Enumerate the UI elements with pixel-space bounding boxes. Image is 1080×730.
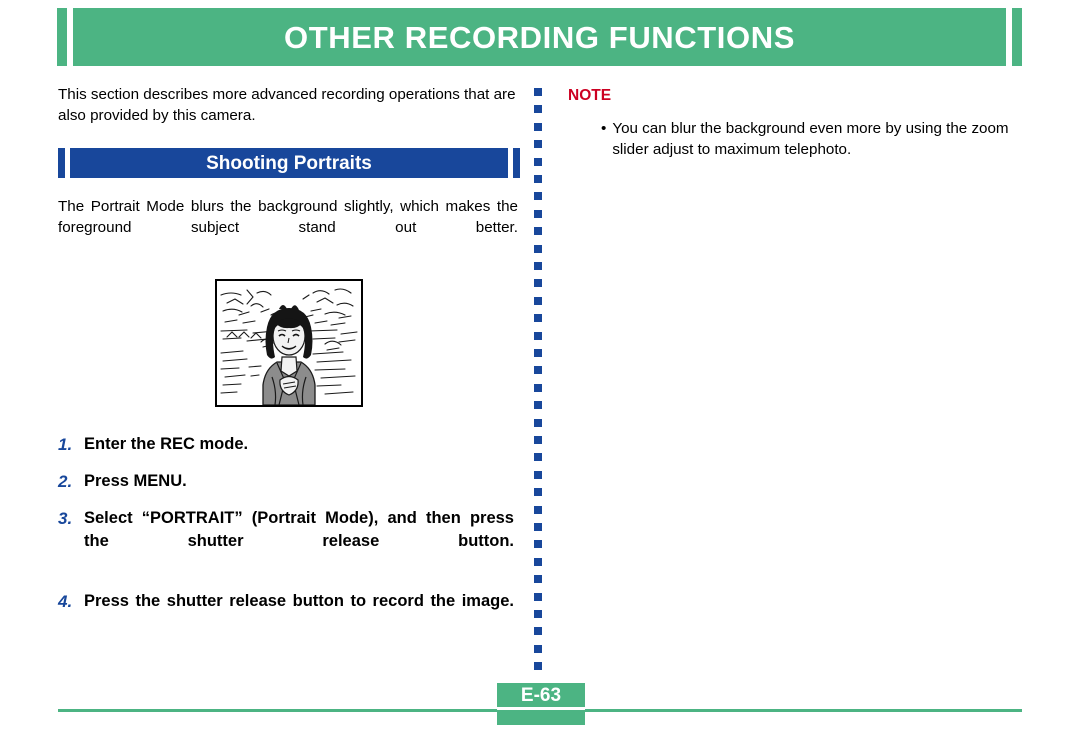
divider-square: [534, 175, 542, 183]
section-heading-banner: Shooting Portraits: [58, 148, 520, 178]
step-number: 1.: [58, 435, 73, 454]
divider-square: [534, 140, 542, 149]
divider-square: [534, 122, 542, 131]
divider-square: [534, 557, 542, 566]
divider-square: [534, 227, 542, 236]
procedure-steps-list: 1. Enter the REC mode. 2. Press MENU. 3.…: [58, 433, 520, 636]
header-right-accent-bar: [1012, 8, 1022, 66]
note-label: NOTE: [568, 87, 612, 104]
section-heading-bar: Shooting Portraits: [70, 148, 508, 178]
portrait-example-illustration: [215, 279, 363, 407]
illustration-container: [58, 279, 520, 407]
page-header-banner: OTHER RECORDING FUNCTIONS: [0, 0, 1080, 74]
vertical-dotted-divider: [534, 88, 542, 676]
note-list-item: • You can blur the background even more …: [568, 118, 1038, 160]
divider-square: [534, 192, 542, 201]
divider-square: [534, 610, 542, 618]
divider-square: [534, 209, 542, 218]
divider-square: [534, 366, 542, 375]
bullet-icon: •: [601, 120, 607, 137]
note-section: NOTE • You can blur the background even …: [568, 86, 1038, 160]
divider-square: [534, 418, 542, 427]
divider-square: [534, 401, 542, 410]
divider-square: [534, 383, 542, 392]
divider-square: [534, 88, 542, 96]
step-item: 1. Enter the REC mode.: [58, 433, 520, 456]
divider-square: [534, 592, 542, 601]
step-item: 2. Press MENU.: [58, 470, 520, 493]
divider-square: [534, 157, 542, 166]
step-number: 2.: [58, 472, 73, 491]
step-number: 3.: [58, 509, 73, 528]
note-list: • You can blur the background even more …: [568, 118, 1038, 160]
note-text: You can blur the background even more by…: [612, 120, 1009, 158]
step-text: Enter the REC mode.: [84, 435, 249, 453]
portrait-mode-paragraph: The Portrait Mode blurs the background s…: [58, 198, 518, 236]
step-item: 4. Press the shutter release button to r…: [58, 590, 520, 636]
header-title-bar: OTHER RECORDING FUNCTIONS: [73, 8, 1006, 66]
intro-paragraph: This section describes more advanced rec…: [58, 86, 516, 124]
step-item: 3. Select “PORTRAIT” (Portrait Mode), an…: [58, 507, 520, 576]
section-left-accent-bar: [58, 148, 65, 178]
divider-square: [534, 644, 542, 653]
divider-square: [534, 470, 542, 479]
divider-square: [534, 505, 542, 514]
divider-square: [534, 575, 542, 584]
divider-square: [534, 540, 542, 549]
left-content-column: This section describes more advanced rec…: [58, 84, 520, 650]
divider-square: [534, 279, 542, 288]
divider-square: [534, 244, 542, 253]
divider-square: [534, 296, 542, 305]
step-text: Press the shutter release button to reco…: [84, 592, 514, 610]
divider-square: [534, 331, 542, 340]
section-heading-title: Shooting Portraits: [206, 152, 372, 174]
divider-square: [534, 105, 542, 114]
divider-square: [534, 523, 542, 531]
divider-square: [534, 488, 542, 497]
divider-square: [534, 662, 542, 671]
divider-square: [534, 349, 542, 357]
step-text: Select “PORTRAIT” (Portrait Mode), and t…: [84, 509, 514, 550]
step-number: 4.: [58, 592, 73, 611]
divider-square: [534, 314, 542, 323]
portrait-illustration-graphic: [217, 281, 361, 405]
section-right-accent-bar: [513, 148, 520, 178]
page-number: E-63: [520, 685, 562, 706]
divider-square: [534, 453, 542, 462]
divider-square: [534, 627, 542, 636]
page-title: OTHER RECORDING FUNCTIONS: [284, 19, 795, 55]
step-text: Press MENU.: [84, 472, 187, 490]
divider-square: [534, 436, 542, 444]
divider-square: [534, 262, 542, 270]
header-left-accent-bar: [57, 8, 67, 66]
